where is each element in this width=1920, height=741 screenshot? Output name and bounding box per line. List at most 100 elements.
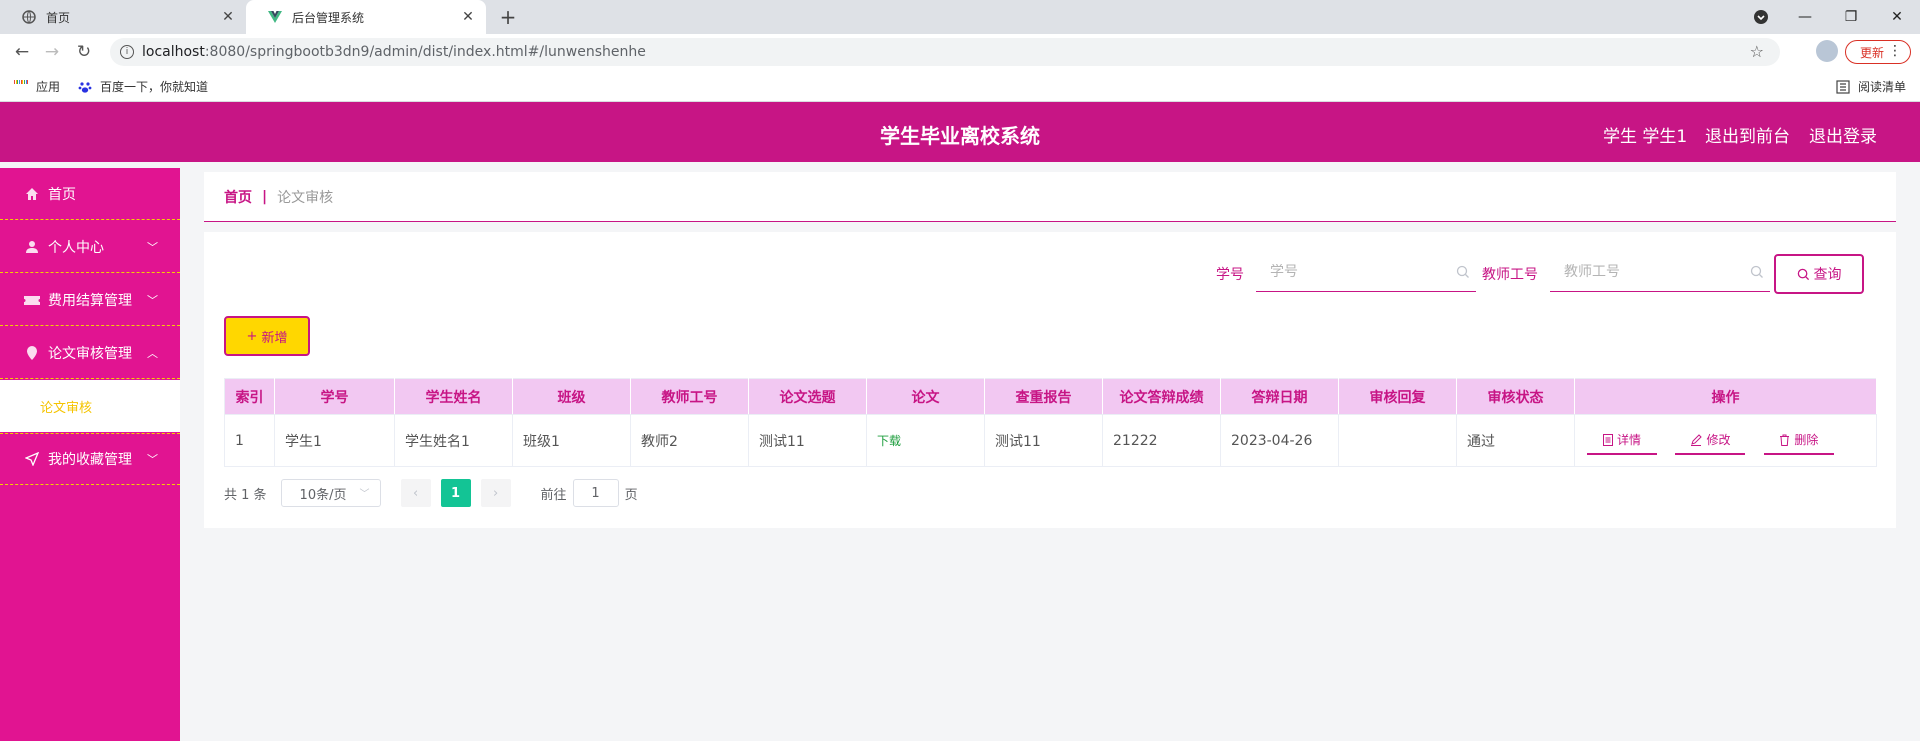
pagination-total: 共 1 条 bbox=[224, 487, 267, 503]
column-header: 答辩日期 bbox=[1220, 378, 1339, 415]
cell-reply bbox=[1338, 414, 1457, 467]
cell-date: 2023-04-26 bbox=[1220, 414, 1339, 467]
teacher-no-field[interactable] bbox=[1550, 252, 1770, 292]
page-number-button[interactable]: 1 bbox=[440, 479, 471, 507]
sidebar-item-label: 个人中心 bbox=[48, 239, 104, 256]
cell-report: 测试11 bbox=[984, 414, 1103, 467]
browser-update-button[interactable]: 更新 ⋮ bbox=[1845, 40, 1911, 64]
detail-button[interactable]: 详情 bbox=[1587, 427, 1657, 455]
sidebar-item-home[interactable]: 首页 bbox=[0, 168, 180, 220]
student-no-field[interactable] bbox=[1256, 252, 1476, 292]
bookmark-baidu[interactable]: 百度一下，你就知道 bbox=[78, 78, 208, 95]
update-label: 更新 bbox=[1860, 45, 1885, 60]
cell-teacher-no: 教师2 bbox=[630, 414, 749, 467]
send-icon bbox=[24, 451, 40, 467]
sidebar-subitem-thesis-review[interactable]: 论文审核 bbox=[0, 380, 180, 432]
search-icon bbox=[1456, 264, 1470, 283]
next-page-button[interactable]: › bbox=[480, 479, 511, 507]
browser-tab-home[interactable]: 首页 ✕ bbox=[0, 0, 246, 34]
back-icon[interactable]: ← bbox=[10, 40, 34, 64]
tab-title: 首页 bbox=[46, 10, 71, 25]
cell-student-name: 学生姓名1 bbox=[394, 414, 513, 467]
cell-topic: 测试11 bbox=[748, 414, 867, 467]
edit-button[interactable]: 修改 bbox=[1675, 427, 1746, 455]
logout-link[interactable]: 退出登录 bbox=[1809, 122, 1877, 147]
cell-status: 通过 bbox=[1456, 414, 1575, 467]
sidebar-item-fees[interactable]: 费用结算管理 ﹀ bbox=[0, 274, 180, 326]
trash-icon bbox=[1779, 434, 1790, 446]
baidu-paw-icon bbox=[78, 80, 92, 94]
search-icon bbox=[1750, 264, 1764, 283]
more-menu-icon[interactable]: ⋮ bbox=[1888, 43, 1902, 59]
student-no-input[interactable] bbox=[1256, 263, 1476, 280]
breadcrumb-current: 论文审核 bbox=[277, 189, 334, 206]
edit-label: 修改 bbox=[1706, 433, 1731, 447]
column-header: 论文答辩成绩 bbox=[1102, 378, 1221, 415]
sidebar-item-label: 费用结算管理 bbox=[48, 292, 132, 309]
sidebar-item-favorites[interactable]: 我的收藏管理 ﹀ bbox=[0, 433, 180, 485]
pin-icon bbox=[24, 345, 40, 361]
sidebar-item-personal[interactable]: 个人中心 ﹀ bbox=[0, 221, 180, 273]
thesis-review-table: 索引 学号 学生姓名 班级 教师工号 论文选题 论文 查重报告 论文答辩成绩 答… bbox=[224, 378, 1877, 467]
prev-page-button[interactable]: ‹ bbox=[400, 479, 431, 507]
home-icon bbox=[24, 186, 40, 202]
content-panel: 学号 教师工号 查询 + 新增 索引 学号 bbox=[204, 232, 1896, 528]
address-bar: ← → ↻ i localhost:8080/springbootb3dn9/a… bbox=[0, 34, 1920, 70]
new-tab-icon[interactable]: + bbox=[496, 5, 520, 29]
chevron-down-icon: ﹀ bbox=[359, 489, 370, 500]
minimize-icon[interactable]: — bbox=[1782, 0, 1828, 34]
column-header: 审核回复 bbox=[1338, 378, 1457, 415]
delete-label: 删除 bbox=[1794, 433, 1819, 447]
sidebar-item-thesis[interactable]: 论文审核管理 ︿ bbox=[0, 327, 180, 379]
chevron-down-icon: ﹀ bbox=[147, 293, 158, 307]
sidebar: 首页 个人中心 ﹀ 费用结算管理 ﹀ 论文审核管理 ︿ 论文审核 我的收藏管理 … bbox=[0, 168, 180, 741]
bookmark-star-icon[interactable]: ☆ bbox=[1750, 42, 1764, 61]
chevron-up-icon: ︿ bbox=[147, 346, 158, 360]
table-header-row: 索引 学号 学生姓名 班级 教师工号 论文选题 论文 查重报告 论文答辩成绩 答… bbox=[224, 378, 1877, 415]
reload-icon[interactable]: ↻ bbox=[72, 40, 96, 64]
breadcrumb-home[interactable]: 首页 bbox=[224, 187, 252, 207]
cell-class: 班级1 bbox=[512, 414, 631, 467]
reading-list[interactable]: 阅读清单 bbox=[1836, 78, 1906, 95]
column-header: 索引 bbox=[224, 378, 275, 415]
url-host: localhost bbox=[142, 44, 205, 60]
restore-icon[interactable]: ❐ bbox=[1828, 0, 1874, 34]
teacher-no-input[interactable] bbox=[1550, 263, 1770, 280]
browser-tab-bar: 首页 ✕ 后台管理系统 ✕ + — ❐ ✕ bbox=[0, 0, 1920, 34]
url-field[interactable]: i localhost:8080/springbootb3dn9/admin/d… bbox=[110, 38, 1780, 66]
download-link[interactable]: 下载 bbox=[877, 434, 901, 448]
site-info-icon[interactable]: i bbox=[120, 45, 134, 59]
bookmark-label: 百度一下，你就知道 bbox=[100, 80, 209, 94]
apps-grid-icon bbox=[14, 79, 29, 94]
bookmark-label: 阅读清单 bbox=[1858, 80, 1907, 94]
current-user: 学生 学生1 bbox=[1603, 127, 1688, 147]
exit-to-front-link[interactable]: 退出到前台 bbox=[1705, 122, 1790, 147]
goto-page-input[interactable]: 1 bbox=[572, 479, 619, 507]
query-button[interactable]: 查询 bbox=[1774, 254, 1864, 294]
detail-label: 详情 bbox=[1616, 433, 1641, 447]
table-row: 1 学生1 学生姓名1 班级1 教师2 测试11 下载 测试11 21222 2… bbox=[224, 414, 1877, 467]
column-header: 学生姓名 bbox=[394, 378, 513, 415]
edit-pencil-icon bbox=[1690, 433, 1703, 446]
forward-icon[interactable]: → bbox=[40, 40, 64, 64]
sidebar-item-label: 论文审核管理 bbox=[48, 345, 132, 362]
browser-tab-admin[interactable]: 后台管理系统 ✕ bbox=[246, 0, 486, 34]
close-tab-icon[interactable]: ✕ bbox=[216, 5, 240, 29]
ticket-icon bbox=[24, 292, 40, 308]
goto-suffix: 页 bbox=[624, 487, 638, 503]
window-close-icon[interactable]: ✕ bbox=[1874, 0, 1920, 34]
column-header: 论文 bbox=[866, 378, 985, 415]
close-tab-icon[interactable]: ✕ bbox=[456, 5, 480, 29]
bookmark-apps[interactable]: 应用 bbox=[14, 78, 60, 95]
goto-prefix: 前往 bbox=[540, 487, 567, 503]
cell-score: 21222 bbox=[1102, 414, 1221, 467]
tab-search-icon[interactable] bbox=[1738, 0, 1784, 34]
add-button[interactable]: + 新增 bbox=[224, 316, 310, 356]
profile-avatar[interactable] bbox=[1816, 40, 1838, 62]
reading-list-icon bbox=[1836, 79, 1850, 94]
globe-icon bbox=[22, 10, 36, 24]
delete-button[interactable]: 删除 bbox=[1763, 427, 1834, 455]
page-size-select[interactable]: 10条/页 ﹀ bbox=[280, 479, 381, 507]
chevron-down-icon: ﹀ bbox=[147, 453, 158, 466]
document-icon bbox=[1602, 433, 1613, 446]
